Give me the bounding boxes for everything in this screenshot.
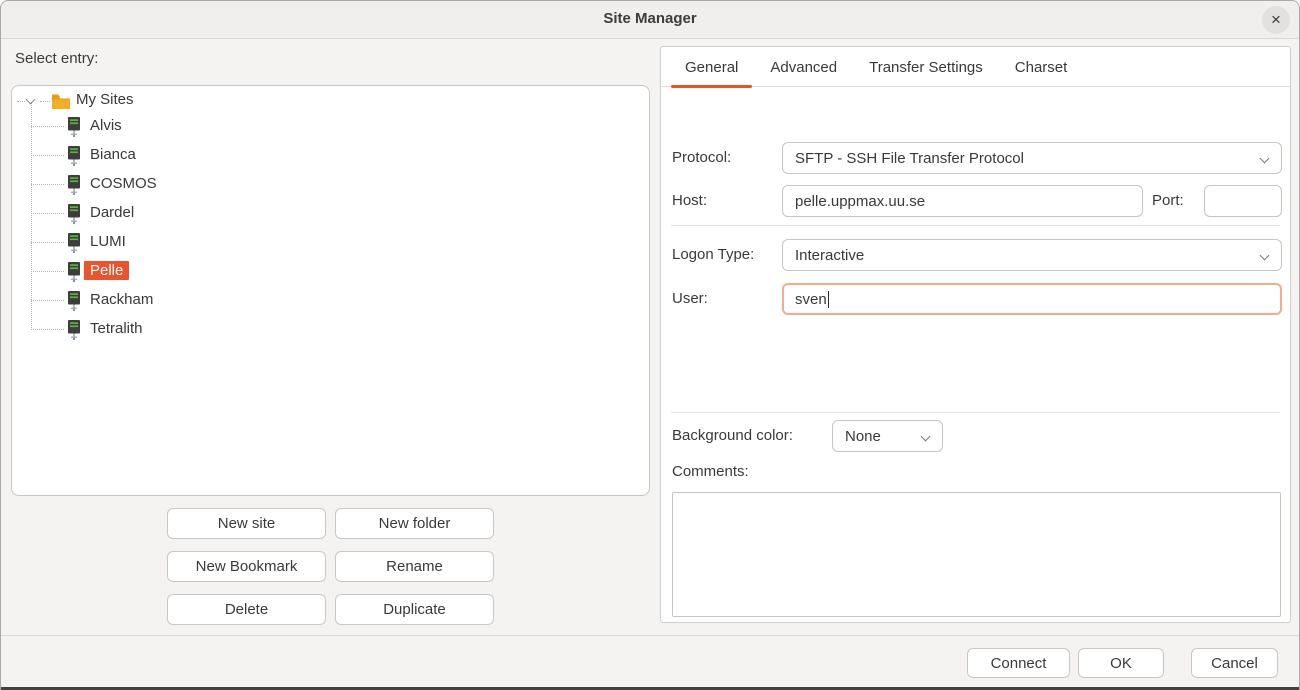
chevron-down-icon [1260, 155, 1268, 163]
protocol-label: Protocol: [672, 148, 731, 168]
logon-type-value: Interactive [795, 247, 864, 264]
port-input[interactable] [1204, 185, 1282, 217]
site-settings-panel: General Advanced Transfer Settings Chars… [660, 46, 1291, 623]
new-bookmark-button[interactable]: New Bookmark [167, 551, 326, 582]
background-color-value: None [845, 428, 881, 445]
titlebar: Site Manager × [1, 1, 1299, 39]
close-button[interactable]: × [1262, 6, 1290, 34]
site-tree: My Sites Alvis Bi [11, 85, 650, 496]
comments-label: Comments: [672, 462, 749, 482]
user-value: sven [795, 291, 827, 308]
background-color-select[interactable]: None [832, 420, 943, 452]
footer-separator [1, 635, 1299, 636]
server-icon [67, 291, 81, 311]
tree-item-bianca[interactable]: Bianca [12, 141, 645, 170]
tree-item-cosmos[interactable]: COSMOS [12, 170, 645, 199]
close-icon: × [1271, 10, 1281, 30]
rename-button[interactable]: Rename [335, 551, 494, 582]
tree-item-lumi[interactable]: LUMI [12, 228, 645, 257]
tree-item-label: My Sites [76, 91, 134, 108]
server-icon [67, 262, 81, 282]
host-label: Host: [672, 191, 707, 211]
separator [671, 225, 1280, 226]
tree-item-label: Rackham [84, 290, 159, 309]
background-color-label: Background color: [672, 426, 793, 446]
chevron-down-icon [921, 433, 929, 441]
port-label: Port: [1152, 191, 1184, 211]
tab-bar: General Advanced Transfer Settings Chars… [661, 47, 1290, 87]
new-site-button[interactable]: New site [167, 508, 326, 539]
text-caret [828, 291, 829, 308]
comments-textarea[interactable] [672, 492, 1281, 617]
server-icon [67, 117, 81, 137]
expander-chevron-icon[interactable] [26, 96, 35, 105]
logon-type-select[interactable]: Interactive [782, 239, 1282, 271]
server-icon [67, 320, 81, 340]
tree-item-alvis[interactable]: Alvis [12, 112, 645, 141]
server-icon [67, 233, 81, 253]
tree-item-label: LUMI [84, 232, 132, 251]
cancel-button[interactable]: Cancel [1191, 648, 1278, 678]
logon-type-label: Logon Type: [672, 245, 754, 265]
chevron-down-icon [1260, 252, 1268, 260]
tree-item-label: Pelle [84, 261, 129, 280]
user-label: User: [672, 289, 708, 309]
protocol-value: SFTP - SSH File Transfer Protocol [795, 150, 1024, 167]
tree-item-pelle-selected[interactable]: Pelle [12, 257, 645, 286]
tree-item-label: Dardel [84, 203, 140, 222]
user-input[interactable]: sven [782, 283, 1282, 315]
tab-charset[interactable]: Charset [999, 47, 1084, 87]
select-entry-label: Select entry: [15, 50, 98, 67]
delete-button[interactable]: Delete [167, 594, 326, 625]
tree-item-rackham[interactable]: Rackham [12, 286, 645, 315]
tab-advanced[interactable]: Advanced [754, 47, 853, 87]
server-icon [67, 175, 81, 195]
server-icon [67, 204, 81, 224]
tree-item-label: Alvis [84, 116, 128, 135]
site-manager-dialog: Site Manager × Select entry: My Sites [0, 0, 1300, 690]
host-value: pelle.uppmax.uu.se [795, 193, 925, 210]
tab-general[interactable]: General [669, 47, 754, 87]
tree-item-dardel[interactable]: Dardel [12, 199, 645, 228]
tree-item-tetralith[interactable]: Tetralith [12, 315, 645, 344]
protocol-select[interactable]: SFTP - SSH File Transfer Protocol [782, 142, 1282, 174]
tree-item-label: COSMOS [84, 174, 163, 193]
tree-item-label: Tetralith [84, 319, 149, 338]
tree-item-my-sites[interactable]: My Sites [12, 88, 645, 115]
connect-button[interactable]: Connect [967, 648, 1070, 678]
folder-icon [51, 93, 71, 110]
new-folder-button[interactable]: New folder [335, 508, 494, 539]
duplicate-button[interactable]: Duplicate [335, 594, 494, 625]
tree-item-label: Bianca [84, 145, 142, 164]
window-title: Site Manager [1, 10, 1299, 27]
host-input[interactable]: pelle.uppmax.uu.se [782, 185, 1143, 217]
tab-transfer-settings[interactable]: Transfer Settings [853, 47, 999, 87]
separator [671, 412, 1280, 413]
server-icon [67, 146, 81, 166]
ok-button[interactable]: OK [1078, 648, 1164, 678]
